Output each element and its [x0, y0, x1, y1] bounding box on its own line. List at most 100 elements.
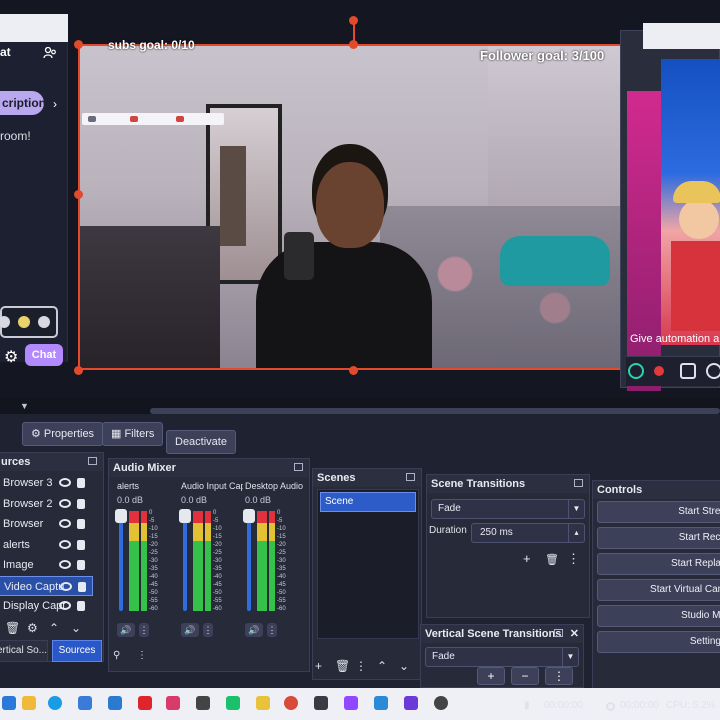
chat-input[interactable]: [0, 306, 58, 338]
eye-icon[interactable]: [59, 519, 71, 528]
edge-icon[interactable]: [48, 696, 62, 710]
more-icon[interactable]: ⋮: [203, 623, 213, 637]
more-icon[interactable]: ⋮: [137, 650, 147, 661]
gear-icon[interactable]: ⚙: [27, 621, 38, 635]
resize-handle-bl[interactable]: [74, 366, 83, 375]
add-icon[interactable]: +: [315, 659, 322, 673]
speaker-icon[interactable]: 🔊: [181, 623, 199, 637]
volume-slider[interactable]: [247, 511, 251, 611]
resize-handle-b[interactable]: [349, 366, 358, 375]
eye-icon[interactable]: [59, 498, 71, 508]
transition-select[interactable]: Fade ▼: [431, 499, 585, 519]
move-up-icon[interactable]: ⌃: [49, 621, 59, 635]
popout-icon[interactable]: [554, 629, 563, 637]
tab-sources[interactable]: Sources: [52, 640, 102, 662]
broadcast-icon[interactable]: [628, 363, 644, 379]
control-button[interactable]: Start Strea: [597, 501, 720, 523]
tab-vertical-sources[interactable]: ertical So...: [0, 640, 48, 662]
emote-icon[interactable]: [38, 316, 50, 328]
steam-icon[interactable]: [314, 696, 328, 710]
obs-icon[interactable]: [434, 696, 448, 710]
record-icon[interactable]: [654, 366, 664, 376]
control-button[interactable]: Start Virtual Cam: [597, 579, 720, 601]
twitch-icon[interactable]: [344, 696, 358, 710]
source-item[interactable]: Image: [0, 555, 93, 575]
lock-icon[interactable]: [77, 560, 85, 570]
circle-icon[interactable]: [706, 363, 720, 379]
stepper-arrows-icon[interactable]: ▴: [568, 524, 584, 542]
source-item[interactable]: Display Capt: [0, 596, 93, 616]
resize-handle-l[interactable]: [74, 190, 83, 199]
window-icon[interactable]: [680, 363, 696, 379]
close-icon[interactable]: ✕: [570, 625, 579, 643]
caret-down-icon[interactable]: ▼: [20, 401, 29, 411]
rotate-handle[interactable]: [349, 16, 358, 25]
lock-icon[interactable]: [78, 581, 86, 592]
start-icon[interactable]: [2, 696, 16, 710]
chrome-icon[interactable]: [284, 696, 298, 710]
link-icon[interactable]: ⚲: [113, 650, 120, 661]
lock-icon[interactable]: [77, 601, 85, 611]
control-button[interactable]: Settings: [597, 631, 720, 653]
source-item[interactable]: alerts: [0, 535, 93, 555]
users-icon[interactable]: [43, 47, 57, 59]
more-icon[interactable]: ⋮: [567, 551, 580, 567]
eye-icon[interactable]: [59, 478, 71, 487]
deactivate-button[interactable]: Deactivate: [166, 430, 236, 454]
delete-icon[interactable]: 🗑: [545, 553, 559, 566]
volume-knob[interactable]: [243, 509, 255, 523]
source-item[interactable]: Browser: [0, 514, 93, 534]
source-item[interactable]: Video Captu: [0, 575, 93, 596]
resize-handle-tl[interactable]: [74, 40, 83, 49]
add-button[interactable]: +: [477, 667, 505, 685]
move-up-icon[interactable]: ⌃: [377, 659, 387, 673]
more-icon[interactable]: ⋮: [355, 659, 367, 673]
horizontal-scrollbar[interactable]: [150, 408, 720, 414]
app-icon[interactable]: [166, 696, 180, 710]
chevron-right-icon[interactable]: ›: [53, 97, 57, 111]
eye-icon[interactable]: [59, 539, 71, 549]
delete-icon[interactable]: 🗑: [5, 621, 20, 635]
eye-icon[interactable]: [59, 601, 71, 610]
properties-button[interactable]: ⚙ Properties: [22, 422, 104, 446]
more-icon[interactable]: ⋮: [267, 623, 277, 637]
app-icon[interactable]: [256, 696, 270, 710]
control-button[interactable]: Start Reco: [597, 527, 720, 549]
lock-icon[interactable]: [77, 498, 85, 509]
source-item[interactable]: Browser 3: [0, 473, 93, 493]
move-down-icon[interactable]: ⌄: [71, 621, 81, 635]
calculator-icon[interactable]: [196, 696, 210, 710]
control-button[interactable]: Start Replay: [597, 553, 720, 575]
store-icon[interactable]: [78, 696, 92, 710]
popout-icon[interactable]: [294, 463, 303, 471]
hulu-icon[interactable]: [226, 696, 240, 710]
source-item[interactable]: Browser 2: [0, 494, 93, 514]
scene-item[interactable]: Scene: [320, 492, 416, 512]
speaker-icon[interactable]: 🔊: [117, 623, 135, 637]
volume-knob[interactable]: [115, 509, 127, 523]
app-icon[interactable]: [404, 696, 418, 710]
volume-slider[interactable]: [119, 511, 123, 611]
file-explorer-icon[interactable]: [22, 696, 36, 710]
popout-icon[interactable]: [406, 473, 415, 481]
video-capture-preview[interactable]: [78, 44, 630, 370]
vertical-transition-select[interactable]: Fade ▼: [425, 647, 579, 667]
chat-send-button[interactable]: Chat: [25, 344, 63, 366]
app-icon[interactable]: [374, 696, 388, 710]
popout-icon[interactable]: [574, 479, 583, 487]
eye-icon[interactable]: [60, 581, 72, 591]
lock-icon[interactable]: [77, 539, 85, 550]
bits-icon[interactable]: [0, 316, 10, 328]
delete-icon[interactable]: 🗑: [335, 659, 350, 673]
remove-button[interactable]: −: [511, 667, 539, 685]
filters-button[interactable]: ▦ Filters: [102, 422, 164, 446]
add-icon[interactable]: +: [523, 551, 531, 566]
lock-icon[interactable]: [77, 478, 85, 488]
more-button[interactable]: ⋮: [545, 667, 573, 685]
popout-icon[interactable]: [88, 457, 97, 465]
volume-slider[interactable]: [183, 511, 187, 611]
volume-knob[interactable]: [179, 509, 191, 523]
move-down-icon[interactable]: ⌄: [399, 659, 409, 673]
netflix-icon[interactable]: [138, 696, 152, 710]
subscription-button[interactable]: cription: [0, 91, 44, 115]
